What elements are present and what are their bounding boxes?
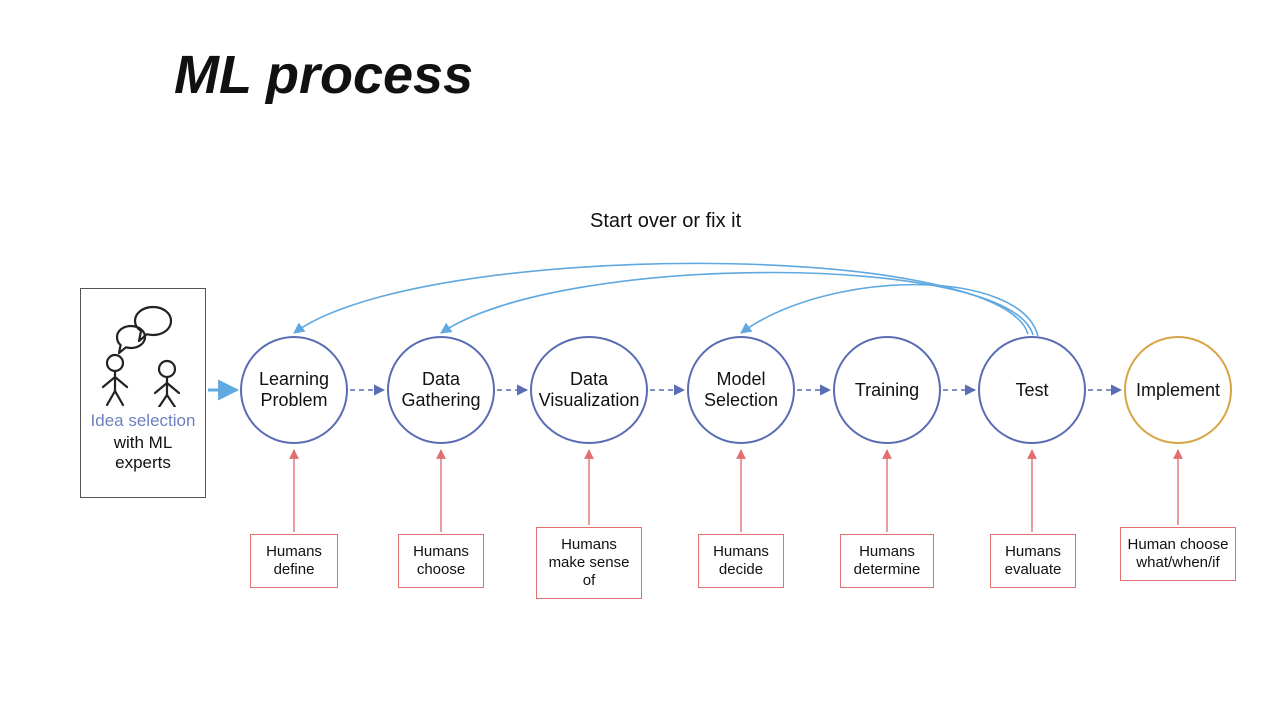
step-learning-problem: Learning Problem <box>240 336 348 444</box>
human-box-decide: Humans decide <box>698 534 784 588</box>
human-label: Humans define <box>266 543 322 578</box>
idea-box-line2: with ML experts <box>87 433 199 473</box>
people-talking-icon <box>87 297 199 407</box>
idea-box-line1: Idea selection <box>87 411 199 431</box>
step-model-selection: Model Selection <box>687 336 795 444</box>
step-data-visualization: Data Visualization <box>530 336 648 444</box>
step-label: Test <box>1015 380 1048 401</box>
step-label: Learning Problem <box>250 369 338 410</box>
human-box-evaluate: Humans evaluate <box>990 534 1076 588</box>
human-box-determine: Humans determine <box>840 534 934 588</box>
human-box-define: Humans define <box>250 534 338 588</box>
feedback-label: Start over or fix it <box>590 210 741 233</box>
step-label: Model Selection <box>697 369 785 410</box>
page-title: ML process <box>174 44 473 106</box>
step-training: Training <box>833 336 941 444</box>
human-label: Humans decide <box>713 543 769 578</box>
step-label: Training <box>855 380 919 401</box>
idea-selection-card: Idea selection with ML experts <box>80 288 206 498</box>
step-label: Data Visualization <box>539 369 640 410</box>
diagram-stage: ML process Start over or fix it <box>0 0 1280 720</box>
human-box-choose: Humans choose <box>398 534 484 588</box>
human-box-implement: Human choose what/when/if <box>1120 527 1236 581</box>
step-label: Data Gathering <box>397 369 485 410</box>
step-implement: Implement <box>1124 336 1232 444</box>
step-label: Implement <box>1136 380 1220 401</box>
human-label: Human choose what/when/if <box>1128 536 1229 571</box>
human-label: Humans determine <box>854 543 921 578</box>
human-label: Humans make sense of <box>549 536 630 589</box>
human-box-sense: Humans make sense of <box>536 527 642 599</box>
step-data-gathering: Data Gathering <box>387 336 495 444</box>
human-label: Humans evaluate <box>1005 543 1062 578</box>
step-test: Test <box>978 336 1086 444</box>
human-label: Humans choose <box>413 543 469 578</box>
